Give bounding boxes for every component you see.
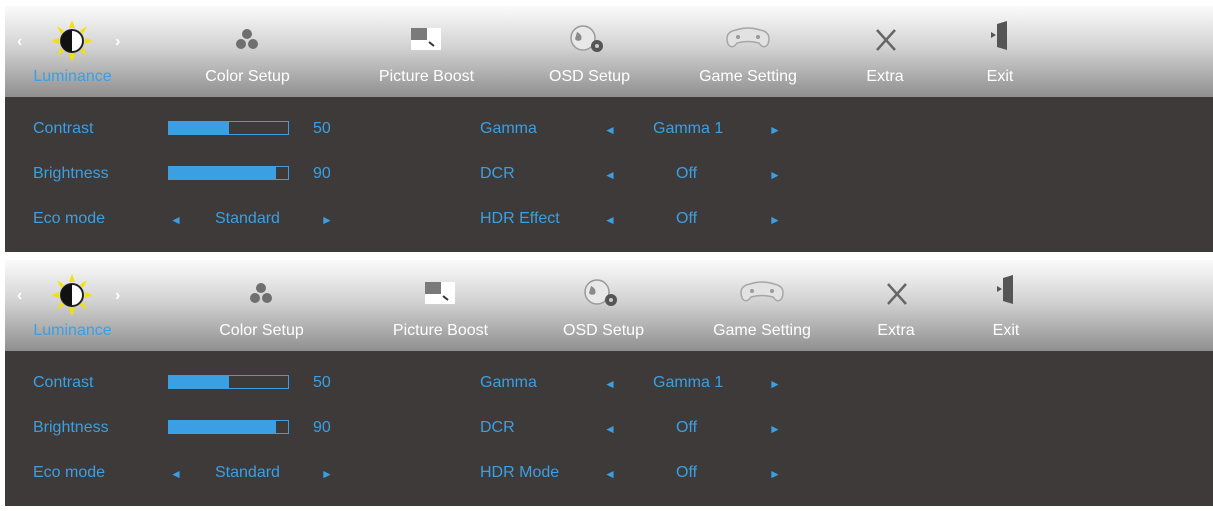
hdr-label: HDR Mode: [480, 464, 560, 481]
contrast-label: Contrast: [33, 120, 94, 137]
gamma-value: Gamma 1: [653, 374, 724, 391]
tab-picture-boost[interactable]: Picture Boost: [369, 6, 484, 97]
brightness-slider-fill: [169, 167, 277, 179]
gamma-label: Gamma: [480, 374, 537, 391]
hdr-left-arrow-icon[interactable]: ◄: [604, 467, 616, 481]
gamma-left-arrow-icon[interactable]: ◄: [604, 123, 616, 137]
gamma-left-arrow-icon[interactable]: ◄: [604, 377, 616, 391]
eco-mode-right-arrow-icon[interactable]: ►: [321, 213, 333, 227]
exit-door-icon: [997, 275, 1013, 304]
contrast-value: 50: [313, 120, 331, 137]
color-dots-icon: [250, 283, 272, 303]
contrast-slider[interactable]: [168, 375, 289, 389]
hdr-value: Off: [676, 464, 698, 481]
sun-contrast-icon: [51, 20, 93, 62]
brightness-slider[interactable]: [168, 420, 289, 434]
contrast-value: 50: [313, 374, 331, 391]
exit-door-icon: [991, 21, 1007, 50]
tab-label: Extra: [877, 322, 915, 339]
eco-mode-left-arrow-icon[interactable]: ◄: [170, 467, 182, 481]
tab-color-setup[interactable]: Color Setup: [195, 6, 300, 97]
picture-boost-icon: [425, 282, 455, 304]
tab-game-setting[interactable]: Game Setting: [702, 260, 822, 351]
tab-osd-setup[interactable]: OSD Setup: [537, 6, 642, 97]
eco-mode-label: Eco mode: [33, 210, 106, 227]
menu-bar: ‹ › Luminance Color Setup Picture Boost …: [5, 260, 1213, 351]
tab-label: Luminance: [33, 322, 112, 339]
hdr-label: HDR Effect: [480, 210, 560, 227]
hdr-right-arrow-icon[interactable]: ►: [769, 467, 781, 481]
contrast-slider[interactable]: [168, 121, 289, 135]
tab-picture-boost[interactable]: Picture Boost: [383, 260, 498, 351]
settings-panel: Contrast 50 Brightness 90 Eco mode ◄ Sta…: [5, 97, 1213, 252]
tab-label: Game Setting: [699, 68, 797, 85]
tools-icon: [876, 29, 896, 51]
tab-exit[interactable]: Exit: [965, 6, 1035, 97]
tab-label: Picture Boost: [378, 68, 475, 85]
tab-extra[interactable]: Extra: [845, 6, 925, 97]
tab-label: Game Setting: [713, 322, 811, 339]
tab-label: Exit: [992, 322, 1020, 339]
tab-game-setting[interactable]: Game Setting: [688, 6, 808, 97]
tab-exit[interactable]: Exit: [971, 260, 1041, 351]
hdr-value: Off: [676, 210, 698, 227]
dcr-label: DCR: [480, 419, 515, 436]
dcr-right-arrow-icon[interactable]: ►: [769, 168, 781, 182]
eco-mode-right-arrow-icon[interactable]: ►: [321, 467, 333, 481]
tab-label: Color Setup: [205, 68, 290, 85]
brightness-label: Brightness: [33, 419, 109, 436]
hdr-left-arrow-icon[interactable]: ◄: [604, 213, 616, 227]
tab-label: OSD Setup: [563, 322, 644, 339]
dcr-value: Off: [676, 419, 698, 436]
globe-gear-icon: [570, 25, 603, 52]
dcr-value: Off: [676, 165, 698, 182]
eco-mode-left-arrow-icon[interactable]: ◄: [170, 213, 182, 227]
eco-mode-label: Eco mode: [33, 464, 106, 481]
eco-mode-value: Standard: [215, 464, 280, 481]
contrast-label: Contrast: [33, 374, 94, 391]
brightness-slider-fill: [169, 421, 277, 433]
contrast-slider-fill: [169, 122, 229, 134]
menu-bar: ‹ › Luminance Color Setup Picture Boost …: [5, 6, 1213, 97]
gamma-label: Gamma: [480, 120, 537, 137]
dcr-left-arrow-icon[interactable]: ◄: [604, 422, 616, 436]
tab-osd-setup[interactable]: OSD Setup: [551, 260, 656, 351]
tab-label: Exit: [986, 68, 1014, 85]
tab-label: Extra: [866, 68, 904, 85]
dcr-right-arrow-icon[interactable]: ►: [769, 422, 781, 436]
tab-extra[interactable]: Extra: [856, 260, 936, 351]
tab-label: Color Setup: [219, 322, 304, 339]
gamma-right-arrow-icon[interactable]: ►: [769, 377, 781, 391]
gamma-right-arrow-icon[interactable]: ►: [769, 123, 781, 137]
dcr-label: DCR: [480, 165, 515, 182]
contrast-slider-fill: [169, 376, 229, 388]
tab-label: Luminance: [33, 68, 112, 85]
hdr-right-arrow-icon[interactable]: ►: [769, 213, 781, 227]
gamepad-icon: [726, 27, 770, 48]
tab-luminance[interactable]: Luminance: [20, 260, 125, 351]
globe-gear-icon: [584, 279, 617, 306]
sun-contrast-icon: [51, 274, 93, 316]
picture-boost-icon: [411, 28, 441, 50]
tools-icon: [887, 283, 907, 305]
dcr-left-arrow-icon[interactable]: ◄: [604, 168, 616, 182]
settings-panel: Contrast 50 Brightness 90 Eco mode ◄ Sta…: [5, 351, 1213, 506]
tab-color-setup[interactable]: Color Setup: [209, 260, 314, 351]
eco-mode-value: Standard: [215, 210, 280, 227]
osd-menu-2: ‹ › Luminance Color Setup Picture Boost …: [5, 260, 1213, 506]
brightness-value: 90: [313, 165, 331, 182]
tab-luminance[interactable]: Luminance: [20, 6, 125, 97]
tab-label: Picture Boost: [392, 322, 489, 339]
brightness-slider[interactable]: [168, 166, 289, 180]
gamma-value: Gamma 1: [653, 120, 724, 137]
gamepad-icon: [740, 281, 784, 302]
brightness-value: 90: [313, 419, 331, 436]
osd-menu-1: ‹ › Luminance Color Setup Picture Boost …: [5, 6, 1213, 252]
color-dots-icon: [236, 29, 258, 49]
brightness-label: Brightness: [33, 165, 109, 182]
tab-label: OSD Setup: [549, 68, 630, 85]
